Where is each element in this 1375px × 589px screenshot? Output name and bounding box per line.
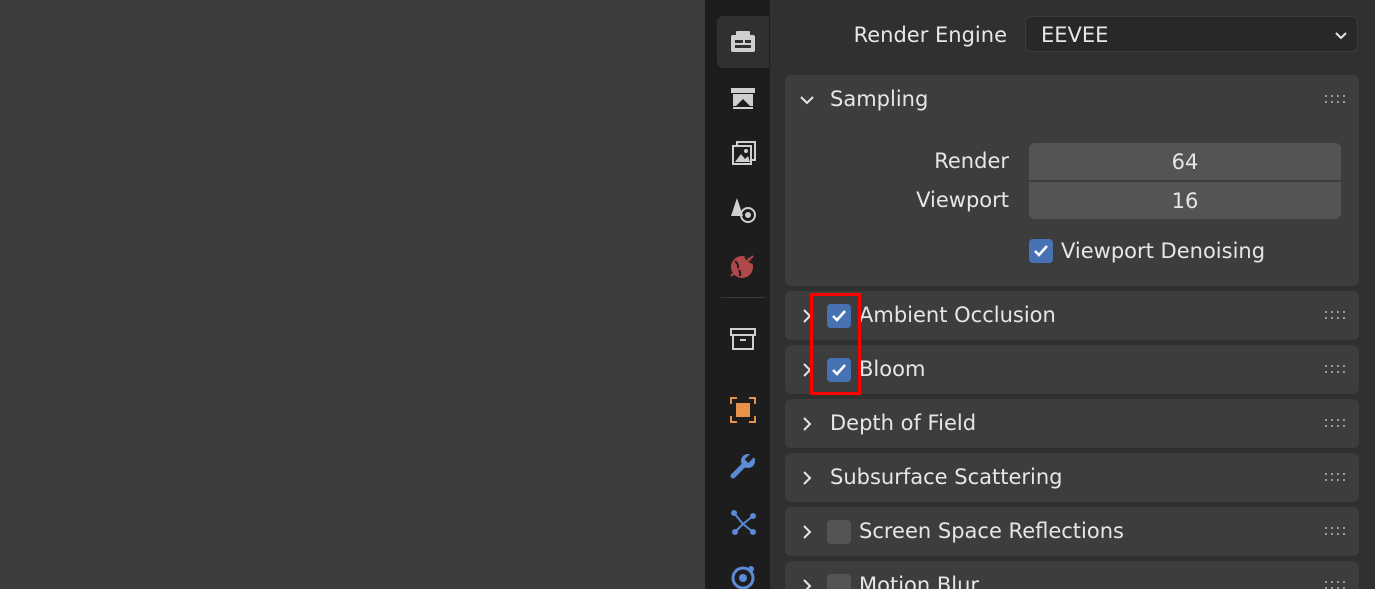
drag-grip-icon[interactable] (1325, 473, 1347, 483)
panel-bloom-header[interactable]: Bloom (785, 345, 1359, 395)
drag-grip-icon[interactable] (1325, 581, 1347, 589)
tab-view-layer[interactable] (717, 184, 769, 236)
viewport-samples-field[interactable]: 16 (1029, 182, 1341, 219)
viewport-denoising-toggle[interactable]: Viewport Denoising (1029, 239, 1265, 265)
chevron-right-icon (803, 579, 812, 589)
object-icon (730, 397, 756, 423)
panel-motion-blur-title: Motion Blur (859, 573, 980, 589)
tab-separator (721, 297, 765, 298)
panel-ambient-occlusion-header[interactable]: Ambient Occlusion (785, 291, 1359, 341)
drag-grip-icon[interactable] (1325, 95, 1347, 105)
tab-tool[interactable] (717, 16, 769, 68)
tab-collection[interactable] (717, 313, 769, 365)
chevron-right-icon (803, 525, 812, 539)
output-icon (732, 141, 756, 165)
render-engine-row: Render Engine EEVEE (770, 16, 1375, 54)
screen-space-reflections-checkbox[interactable] (827, 520, 851, 544)
panel-ambient-occlusion: Ambient Occlusion (785, 291, 1359, 340)
render-engine-label: Render Engine (853, 23, 1007, 47)
panel-screen-space-reflections-title: Screen Space Reflections (859, 519, 1124, 543)
particles-icon (731, 510, 756, 535)
render-samples-label: Render (934, 149, 1009, 173)
tool-icon (731, 31, 755, 52)
tab-physics[interactable] (717, 550, 769, 589)
properties-tab-bar (705, 0, 770, 589)
render-icon (731, 88, 755, 109)
chevron-right-icon (803, 417, 812, 431)
tab-particles[interactable] (717, 496, 769, 548)
drag-grip-icon[interactable] (1325, 365, 1347, 375)
render-engine-value: EEVEE (1041, 23, 1109, 47)
tab-modifier[interactable] (717, 440, 769, 492)
annotation-highlight-box (810, 293, 861, 395)
panel-subsurface-scattering-header[interactable]: Subsurface Scattering (785, 453, 1359, 503)
panel-sampling-header[interactable]: Sampling (785, 75, 1359, 125)
panel-sampling-title: Sampling (830, 87, 929, 111)
panel-bloom: Bloom (785, 345, 1359, 394)
tab-render[interactable] (717, 72, 769, 124)
checkmark-icon (1034, 245, 1048, 257)
panel-subsurface-scattering: Subsurface Scattering (785, 453, 1359, 502)
tab-object[interactable] (717, 384, 769, 436)
panel-screen-space-reflections-header[interactable]: Screen Space Reflections (785, 507, 1359, 557)
panel-bloom-title: Bloom (859, 357, 926, 381)
panel-depth-of-field-header[interactable]: Depth of Field (785, 399, 1359, 449)
render-samples-row: Render 64 (785, 143, 1359, 181)
render-samples-field[interactable]: 64 (1029, 143, 1341, 180)
panel-depth-of-field: Depth of Field (785, 399, 1359, 448)
panel-depth-of-field-title: Depth of Field (830, 411, 977, 435)
collection-icon (730, 328, 756, 350)
chevron-right-icon (803, 471, 812, 485)
panel-motion-blur-header[interactable]: Motion Blur (785, 561, 1359, 589)
physics-icon (731, 566, 755, 589)
modifier-icon (730, 453, 755, 479)
viewport-samples-label: Viewport (916, 188, 1009, 212)
panel-subsurface-scattering-title: Subsurface Scattering (830, 465, 1063, 489)
motion-blur-checkbox[interactable] (827, 574, 851, 589)
panel-ambient-occlusion-title: Ambient Occlusion (859, 303, 1056, 327)
drag-grip-icon[interactable] (1325, 527, 1347, 537)
panel-motion-blur: Motion Blur (785, 561, 1359, 589)
render-engine-dropdown[interactable]: EEVEE (1025, 16, 1358, 52)
chevron-down-icon (1335, 32, 1347, 40)
panel-screen-space-reflections: Screen Space Reflections (785, 507, 1359, 556)
drag-grip-icon[interactable] (1325, 311, 1347, 321)
chevron-down-icon (800, 96, 814, 105)
viewport-denoising-checkbox[interactable] (1029, 239, 1053, 263)
tab-scene[interactable] (717, 240, 769, 292)
tab-output[interactable] (717, 128, 769, 180)
scene-icon (730, 255, 754, 278)
3d-viewport[interactable] (0, 0, 705, 589)
drag-grip-icon[interactable] (1325, 419, 1347, 429)
panel-sampling: Sampling Render 64 Viewport 16 Viewport … (785, 75, 1359, 286)
viewport-denoising-label: Viewport Denoising (1061, 239, 1266, 263)
properties-editor: Render Engine EEVEE Sampling Render 64 V… (705, 0, 1375, 589)
viewport-samples-row: Viewport 16 (785, 182, 1359, 220)
view-layer-icon (731, 198, 756, 223)
